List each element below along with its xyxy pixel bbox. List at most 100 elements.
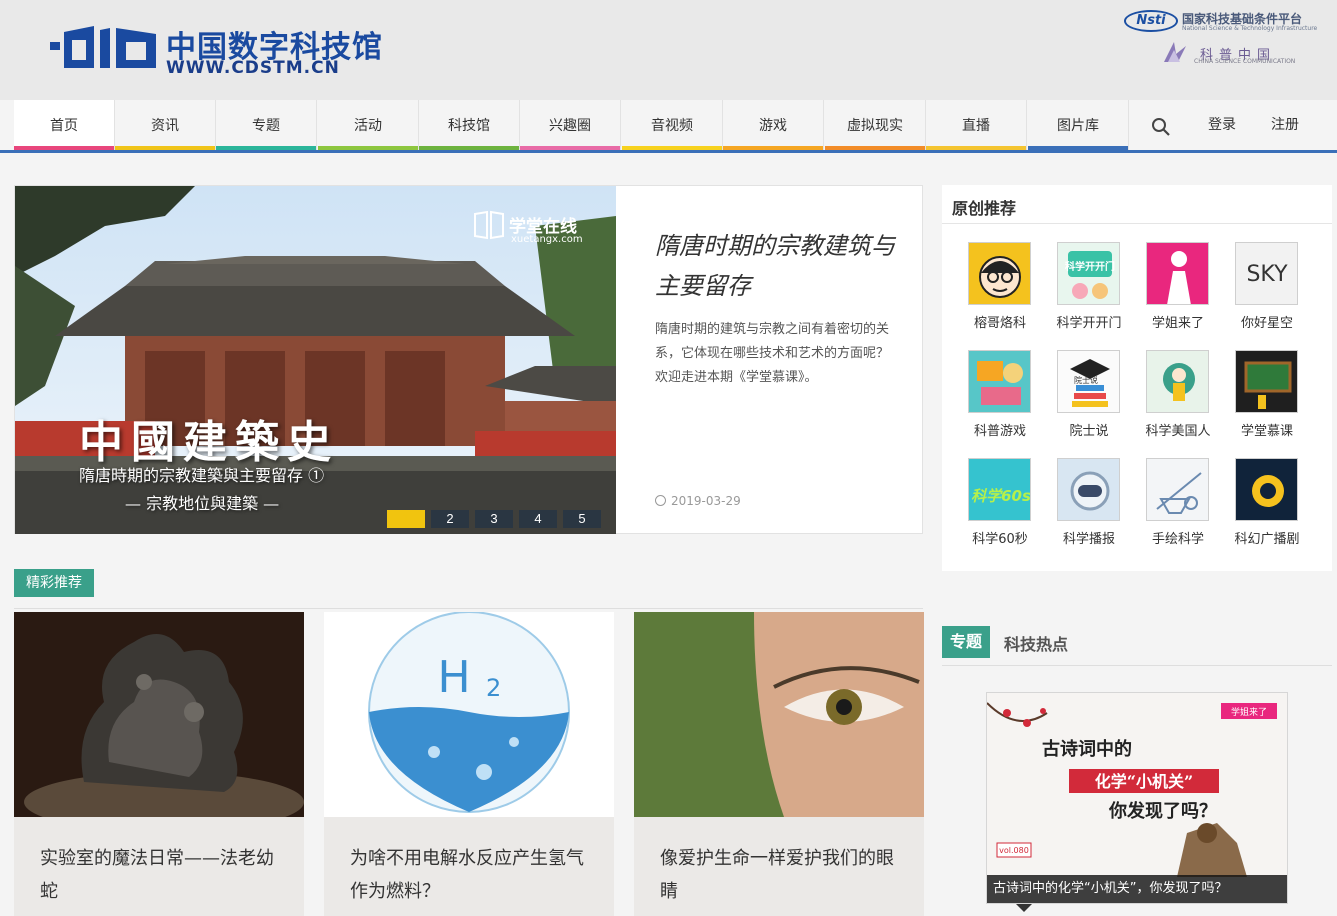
register-link[interactable]: 注册 (1271, 100, 1299, 150)
rec-item-scifi-radio[interactable]: 科幻广播剧 (1227, 458, 1307, 554)
logo-english-text: WWW.CDSTM.CN (166, 58, 340, 78)
game-cartoon-icon (977, 361, 1023, 405)
topic-tab[interactable]: 专题 (942, 626, 990, 658)
scientist-cartoon-icon (1163, 363, 1195, 401)
nav-color-bar (115, 146, 215, 150)
site-logo[interactable]: 中国数字科技馆 WWW.CDSTM.CN (50, 20, 390, 80)
image-subtitle: 隋唐時期的宗教建築與主要留存 ① (79, 466, 325, 485)
sister-thumb (1146, 242, 1209, 305)
nav-item-topics[interactable]: 专题 (216, 100, 317, 150)
eye-photo (634, 612, 924, 817)
topic-header: 专题 科技热点 (942, 626, 1332, 666)
rec-label: 科学播报 (1062, 532, 1115, 547)
rec-label: 科学开开门 (1056, 316, 1122, 331)
image-subtitle-2: — 宗教地位與建築 — (125, 494, 280, 513)
card-title: 为啥不用电解水反应产生氢气作为燃料？ (350, 848, 584, 902)
kepu-china-icon (1164, 42, 1186, 62)
site-header: 中国数字科技馆 WWW.CDSTM.CN Nsti 国家科技基础条件平台 Nat… (0, 0, 1337, 100)
nav-item-live[interactable]: 直播 (926, 100, 1027, 150)
nav-item-games[interactable]: 游戏 (723, 100, 824, 150)
featured-header: 精彩推荐 (14, 569, 923, 609)
hot-topic-tab[interactable]: 科技热点 (1004, 631, 1068, 655)
recommend-title: 原创推荐 (952, 199, 1017, 218)
cartoon-face-icon (979, 256, 1021, 298)
kepu-china-logo[interactable]: 科普中国 CHINA SCIENCE COMMUNICATION (1160, 38, 1330, 68)
clock-icon (655, 495, 666, 506)
featured-card-1[interactable]: 实验室的魔法日常——法老幼蛇 (14, 612, 304, 916)
sixty-seconds-icon: 科学60s (971, 487, 1030, 505)
nsti-partner-logo[interactable]: Nsti 国家科技基础条件平台 National Science & Techn… (1124, 8, 1334, 36)
nav-item-interest[interactable]: 兴趣圈 (520, 100, 621, 150)
carousel-title[interactable]: 隋唐时期的宗教建筑与主要留存 (655, 226, 895, 306)
xuetang-watermark: 学堂在线 xuetangx.com (473, 210, 583, 245)
mooc-thumb (1235, 350, 1298, 413)
academician-thumb: 院士说 (1057, 350, 1120, 413)
nav-label: 直播 (962, 118, 990, 134)
nav-item-museum[interactable]: 科技馆 (419, 100, 520, 150)
card-title: 实验室的魔法日常——法老幼蛇 (40, 848, 274, 902)
poster-line3: 你发现了吗？ (1108, 800, 1217, 822)
open-door-thumb: 科学开开门 (1057, 242, 1120, 305)
girl-silhouette-icon (1167, 251, 1191, 304)
poster-badge-text: 学姐来了 (1231, 706, 1267, 718)
featured-tag: 精彩推荐 (14, 569, 94, 597)
search-icon[interactable] (1150, 116, 1172, 138)
main-nav: 首页 资讯 专题 活动 科技馆 兴趣圈 音视频 游戏 虚拟现实 直播 图片库 登… (0, 100, 1337, 153)
featured-card-3[interactable]: 像爱护生命一样爱护我们的眼睛 (634, 612, 924, 916)
rec-item-sci-american[interactable]: 科学美国人 (1138, 350, 1218, 446)
carousel-dot-5[interactable]: 5 (563, 510, 601, 528)
rec-item-academician[interactable]: 院士说 院士说 (1049, 350, 1129, 446)
nav-color-bar (520, 146, 620, 150)
hand-drawn-thumb (1146, 458, 1209, 521)
rec-item-60s[interactable]: 科学60s 科学60秒 (960, 458, 1040, 554)
rec-label: 学姐来了 (1151, 316, 1204, 331)
nav-label: 活动 (354, 118, 382, 134)
rec-item-hello-sky[interactable]: SKY 你好星空 (1227, 242, 1307, 338)
rec-item-ronge[interactable]: 榕哥烙科 (960, 242, 1040, 338)
topic-card[interactable]: 学姐来了 古诗词中的 化学“小机关” 你发现了吗？ vol.080 古诗词中的化… (986, 692, 1288, 904)
rec-label: 科学美国人 (1145, 424, 1211, 439)
rec-item-broadcast[interactable]: 科学播报 (1049, 458, 1129, 554)
rec-item-sister[interactable]: 学姐来了 (1138, 242, 1218, 338)
nav-item-gallery[interactable]: 图片库 (1028, 100, 1129, 150)
rec-label: 学堂慕课 (1240, 424, 1293, 439)
carousel-dot-3[interactable]: 3 (475, 510, 513, 528)
nav-color-bar (14, 146, 114, 150)
nav-item-events[interactable]: 活动 (318, 100, 419, 150)
astronaut-helmet-icon (1070, 471, 1110, 511)
rec-item-open-door[interactable]: 科学开开门 科学开开门 (1049, 242, 1129, 338)
nav-label: 首页 (50, 118, 78, 134)
rec-item-hand-drawn[interactable]: 手绘科学 (1138, 458, 1218, 554)
nav-item-vr[interactable]: 虚拟现实 (825, 100, 926, 150)
cdstm-logo-icon (50, 26, 156, 68)
nav-item-media[interactable]: 音视频 (622, 100, 723, 150)
poster-vol: vol.080 (999, 846, 1029, 855)
image-title: 中國建築史 (79, 417, 339, 468)
rec-label: 院士说 (1069, 424, 1109, 439)
nav-color-bar (318, 146, 418, 150)
rec-item-games[interactable]: 科普游戏 (960, 350, 1040, 446)
carousel-image[interactable]: 学堂在线 xuetangx.com 中國建築史 隋唐時期的宗教建築與主要留存 ①… (15, 186, 616, 534)
featured-card-2[interactable]: H 2 为啥不用电解水反应产生氢气作为燃料？ (324, 612, 614, 916)
carousel-dot-2[interactable]: 2 (431, 510, 469, 528)
carousel-date: 2019-03-29 (655, 494, 741, 508)
pharaoh-snake-photo (14, 612, 304, 817)
login-link[interactable]: 登录 (1208, 100, 1236, 150)
card-image (634, 612, 924, 817)
nav-item-news[interactable]: 资讯 (115, 100, 216, 150)
ronge-thumb (968, 242, 1031, 305)
carousel-dot-4[interactable]: 4 (519, 510, 557, 528)
rec-label: 你好星空 (1240, 316, 1293, 331)
nav-label: 兴趣圈 (549, 118, 591, 134)
rec-label: 榕哥烙科 (973, 316, 1026, 331)
nav-item-home[interactable]: 首页 (14, 100, 115, 150)
rec-label: 手绘科学 (1151, 532, 1204, 547)
rec-item-mooc[interactable]: 学堂慕课 (1227, 350, 1307, 446)
carousel-dot-1[interactable]: 1 (387, 510, 425, 528)
rec-label: 科幻广播剧 (1234, 532, 1300, 547)
nav-label: 游戏 (759, 118, 787, 134)
carousel-description: 隋唐时期的建筑与宗教之间有着密切的关系，它体现在哪些技术和艺术的方面呢？欢迎走进… (655, 322, 890, 385)
xuetang-en: xuetangx.com (511, 234, 583, 245)
scifi-radio-icon (1252, 475, 1284, 507)
nav-label: 图片库 (1057, 118, 1099, 134)
